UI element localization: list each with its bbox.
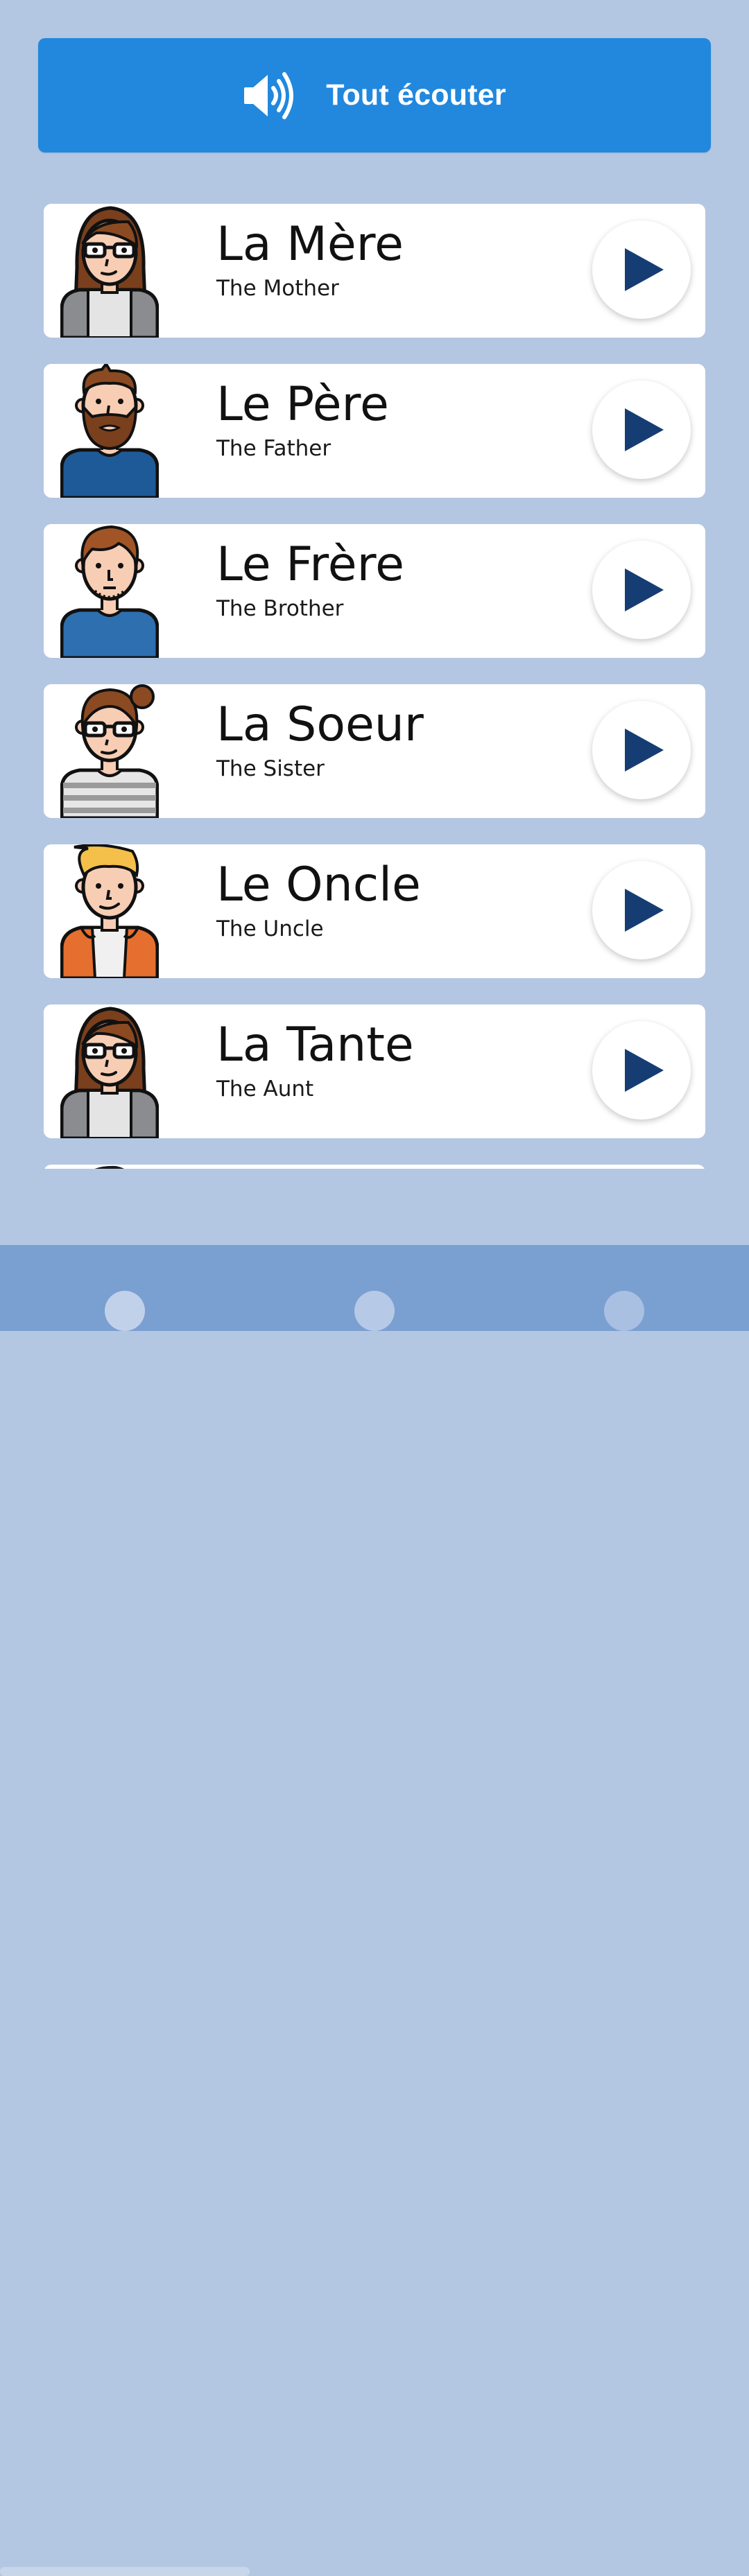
- word-card-father: Le Père The Father: [44, 364, 705, 498]
- play-icon: [625, 889, 664, 932]
- word-english: The Aunt: [216, 1077, 314, 1102]
- word-french: Le Père: [216, 377, 389, 432]
- word-english: The Brother: [216, 596, 344, 621]
- play-button[interactable]: [592, 220, 691, 319]
- play-icon: [625, 729, 664, 772]
- nav-dot-icon[interactable]: [105, 1291, 145, 1331]
- word-french: Le Oncle: [216, 858, 421, 912]
- mother-avatar: [60, 206, 159, 338]
- word-english: The Sister: [216, 756, 325, 781]
- word-card-sister: La Soeur The Sister: [44, 684, 705, 818]
- avatar-partial: [94, 1165, 124, 1169]
- word-french: La Tante: [216, 1018, 414, 1072]
- play-icon: [625, 1049, 664, 1092]
- play-button[interactable]: [592, 381, 691, 479]
- word-card-brother: Le Frère The Brother: [44, 524, 705, 658]
- family-word-list[interactable]: La Mère The Mother Le Père The Father Le…: [44, 204, 705, 1169]
- word-card-uncle: Le Oncle The Uncle: [44, 844, 705, 978]
- play-icon: [625, 568, 664, 611]
- play-button[interactable]: [592, 861, 691, 959]
- word-french: La Soeur: [216, 697, 424, 752]
- word-english: The Father: [216, 436, 332, 461]
- nav-dot-icon[interactable]: [604, 1291, 644, 1331]
- listen-all-label: Tout écouter: [326, 78, 506, 112]
- word-card-partial: [44, 1165, 705, 1169]
- play-icon: [625, 248, 664, 291]
- aunt-avatar: [60, 1007, 159, 1138]
- uncle-avatar: [60, 844, 159, 978]
- play-button[interactable]: [592, 541, 691, 639]
- word-french: Le Frère: [216, 537, 404, 592]
- nav-dot-icon[interactable]: [354, 1291, 395, 1331]
- play-icon: [625, 408, 664, 451]
- bottom-navigation: [0, 1245, 749, 2576]
- listen-all-button[interactable]: Tout écouter: [38, 38, 711, 153]
- scroll-indicator: [0, 2567, 250, 2576]
- play-button[interactable]: [592, 1021, 691, 1120]
- brother-avatar: [60, 525, 159, 658]
- word-card-mother: La Mère The Mother: [44, 204, 705, 338]
- speaker-volume-icon: [244, 71, 294, 119]
- play-button[interactable]: [592, 701, 691, 799]
- word-card-aunt: La Tante The Aunt: [44, 1004, 705, 1138]
- word-english: The Mother: [216, 276, 339, 301]
- sister-avatar: [60, 684, 159, 818]
- father-avatar: [60, 364, 159, 498]
- word-english: The Uncle: [216, 916, 324, 941]
- word-french: La Mère: [216, 217, 404, 272]
